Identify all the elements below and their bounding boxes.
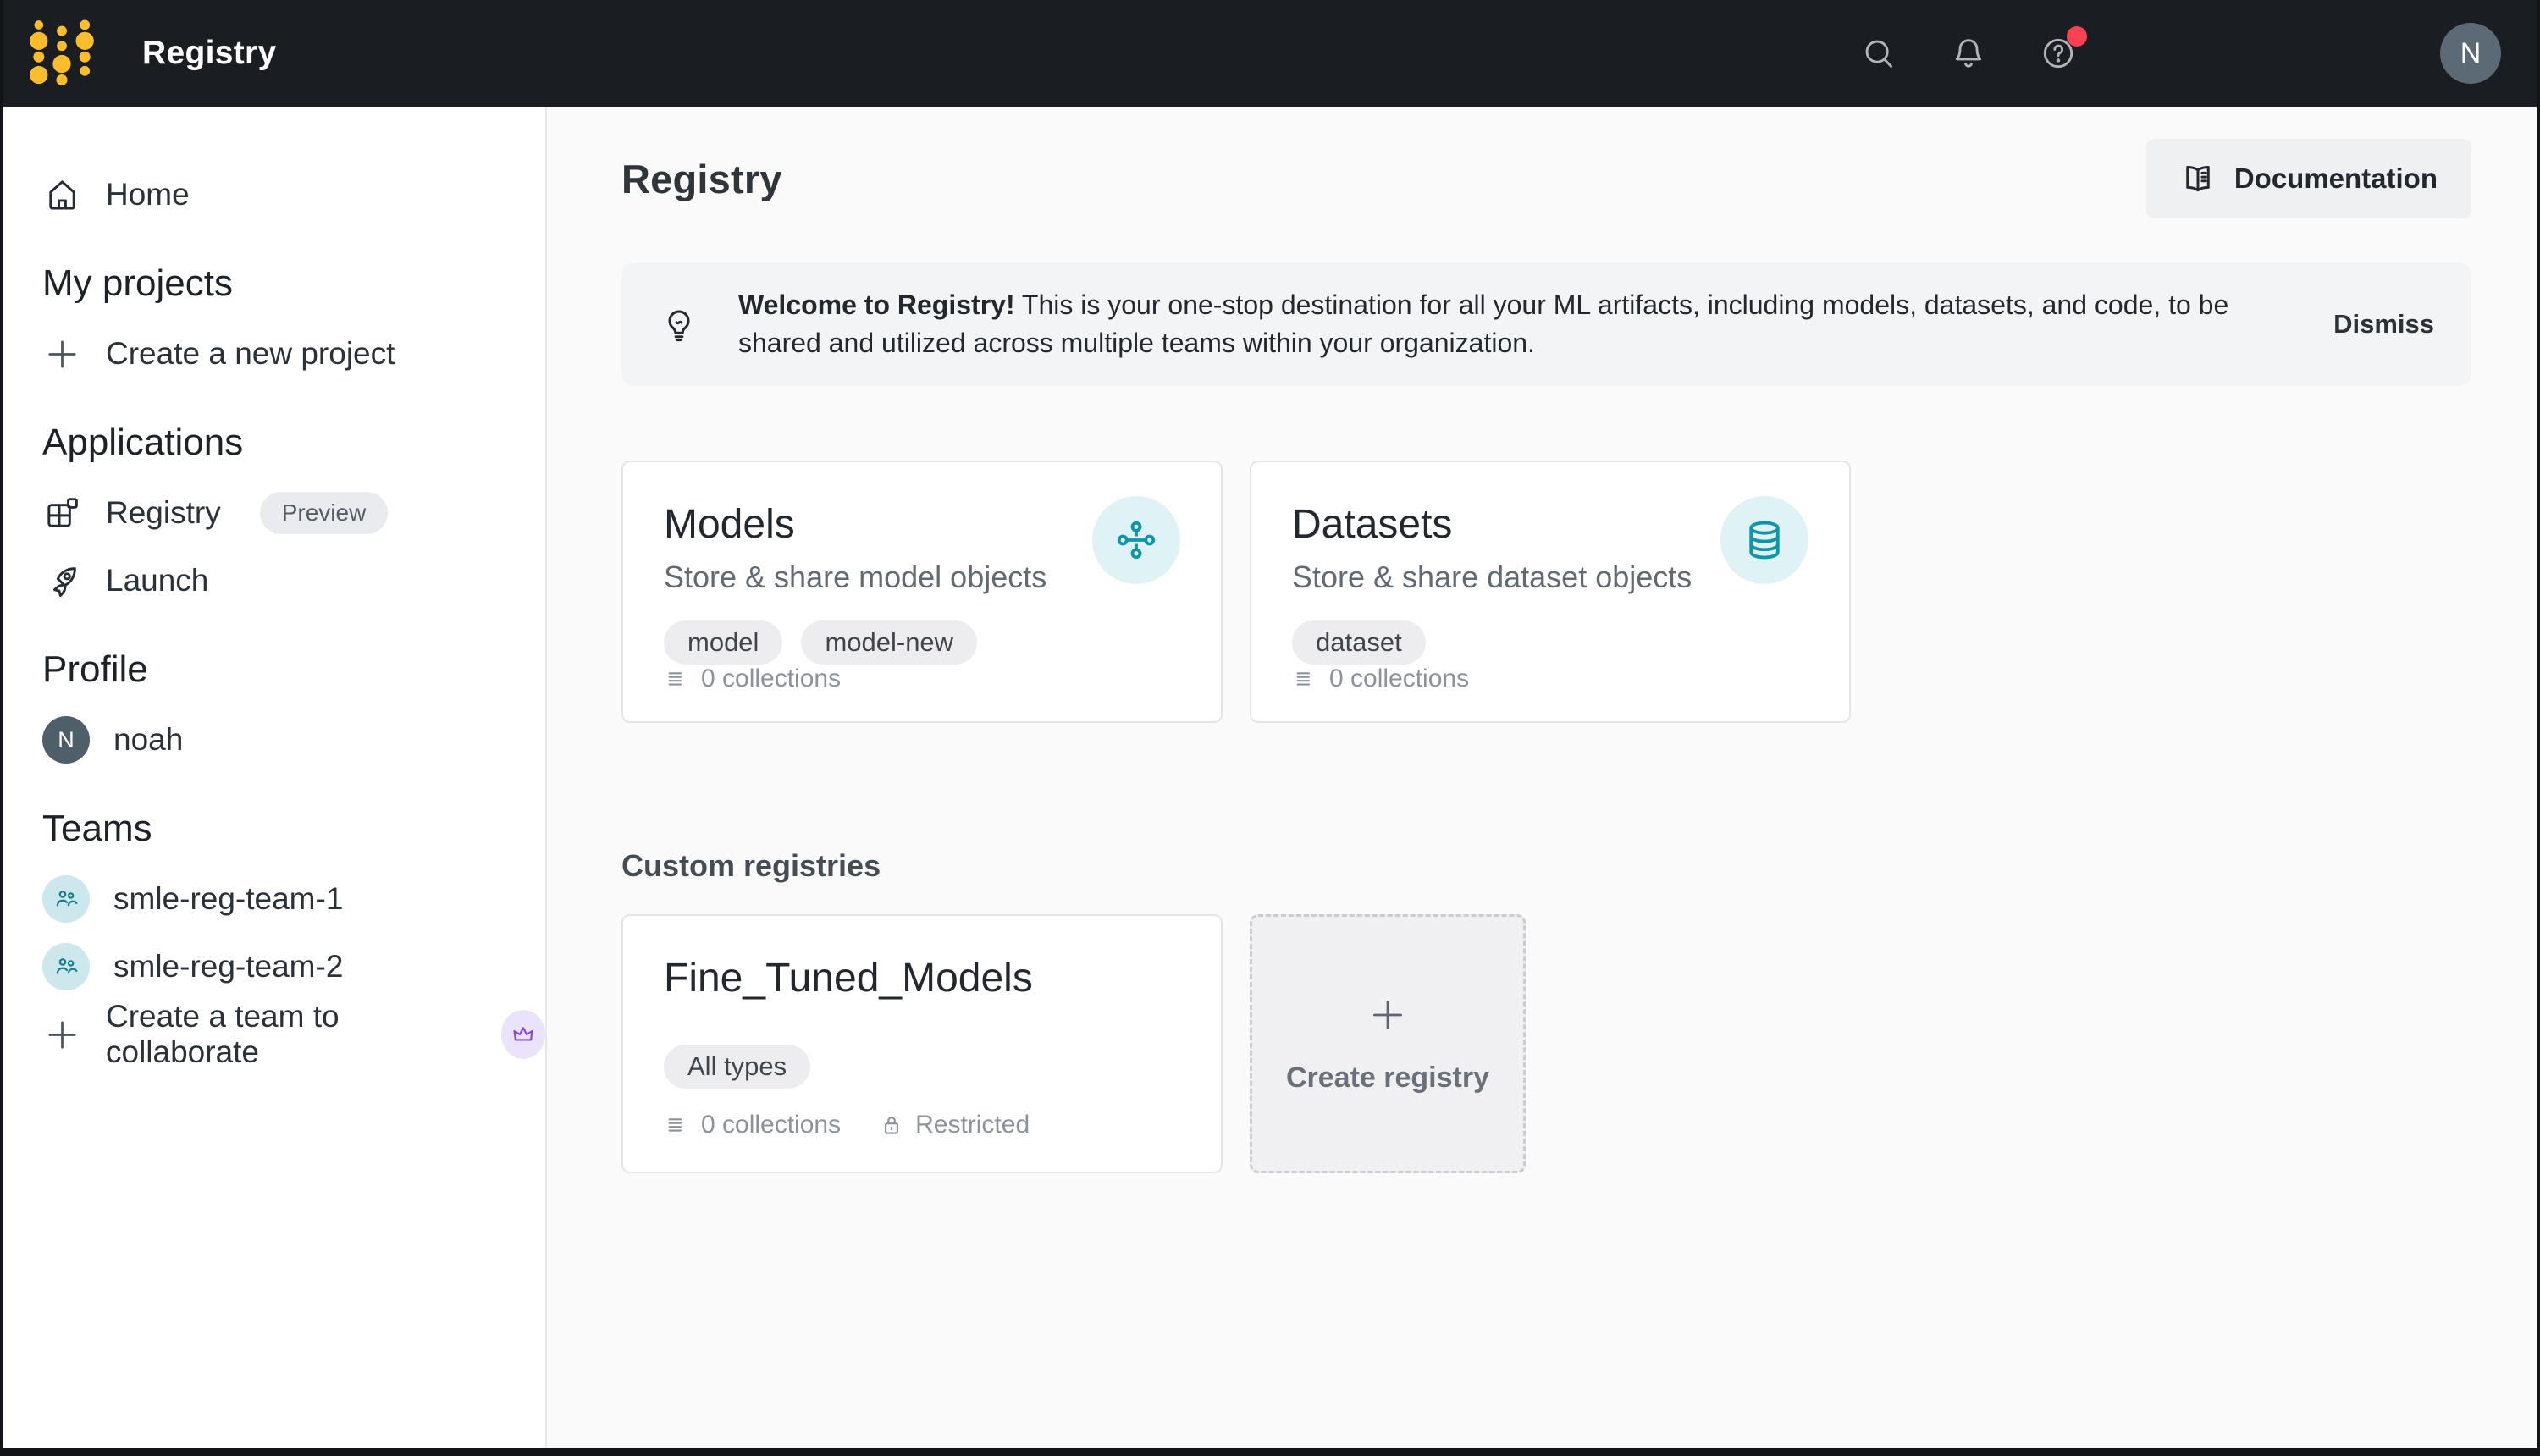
registry-grid-icon (42, 494, 82, 533)
collections-count: 0 collections (664, 1111, 841, 1139)
sidebar-item-label: Home (106, 177, 190, 212)
models-registry-card[interactable]: Models Store & share model objects (621, 461, 1223, 723)
profile-avatar: N (42, 716, 90, 764)
sidebar-item-home[interactable]: Home (42, 171, 545, 218)
app-window: Registry N (0, 0, 2540, 1456)
custom-registry-card[interactable]: Fine_Tuned_Models All types 0 collection… (621, 914, 1223, 1173)
card-title: Fine_Tuned_Models (664, 955, 1180, 1001)
plus-icon (42, 1015, 82, 1055)
tag: model-new (801, 620, 977, 665)
search-icon[interactable] (1853, 27, 1905, 80)
lightbulb-icon (649, 304, 710, 345)
user-avatar[interactable]: N (2440, 23, 2501, 84)
plus-icon (1367, 994, 1409, 1036)
notifications-bell-icon[interactable] (1942, 27, 1995, 80)
collections-count: 0 collections (1292, 665, 1469, 693)
card-title: Datasets (1292, 501, 1692, 548)
sidebar-header-my-projects: My projects (42, 262, 545, 305)
create-team-button[interactable]: Create a team to collaborate (42, 1011, 545, 1058)
crown-icon (501, 1010, 545, 1059)
banner-message: Welcome to Registry! This is your one-st… (710, 286, 2333, 362)
tag: dataset (1292, 620, 1426, 665)
database-icon (1720, 496, 1808, 584)
sidebar-item-profile[interactable]: N noah (42, 716, 545, 764)
team-people-icon (52, 953, 80, 980)
team-name: smle-reg-team-2 (113, 949, 343, 984)
welcome-banner: Welcome to Registry! This is your one-st… (621, 262, 2471, 386)
navbar-app-title: Registry (142, 35, 276, 72)
sidebar-item-launch[interactable]: Launch (42, 557, 545, 604)
create-project-button[interactable]: Create a new project (42, 330, 545, 378)
sidebar: Home My projects Create a new project Ap… (3, 107, 547, 1448)
main-content: Registry Documentation (547, 107, 2537, 1448)
create-team-label: Create a team to collaborate (106, 999, 464, 1070)
navbar-actions: N (1815, 23, 2501, 84)
sidebar-item-label: Launch (106, 563, 208, 598)
create-registry-label: Create registry (1286, 1062, 1489, 1095)
wandb-logo-icon[interactable] (29, 19, 95, 88)
team-people-icon (52, 885, 80, 913)
datasets-registry-card[interactable]: Datasets Store & share dataset objects (1250, 461, 1851, 723)
visibility-status: Restricted (878, 1111, 1030, 1139)
create-registry-button[interactable]: Create registry (1250, 914, 1526, 1173)
banner-message-bold: Welcome to Registry! (738, 290, 1015, 320)
team-avatar (42, 875, 90, 923)
custom-registries-header: Custom registries (621, 848, 2471, 884)
tag: model (664, 620, 782, 665)
model-icon (1092, 496, 1180, 584)
tag: All types (664, 1045, 810, 1089)
plus-icon (42, 334, 82, 374)
team-name: smle-reg-team-1 (113, 881, 343, 917)
collections-count: 0 collections (664, 665, 841, 693)
team-avatar (42, 943, 90, 990)
sidebar-item-registry[interactable]: Registry Preview (42, 489, 545, 537)
sidebar-item-team-2[interactable]: smle-reg-team-2 (42, 943, 545, 990)
documentation-button[interactable]: Documentation (2146, 139, 2471, 218)
sidebar-item-team-1[interactable]: smle-reg-team-1 (42, 875, 545, 923)
sidebar-header-teams: Teams (42, 808, 545, 850)
book-icon (2180, 161, 2216, 196)
page-title: Registry (621, 156, 782, 202)
preview-badge: Preview (260, 492, 389, 534)
create-project-label: Create a new project (106, 336, 395, 372)
card-subtitle: Store & share model objects (664, 560, 1046, 595)
card-title: Models (664, 501, 1046, 548)
card-subtitle: Store & share dataset objects (1292, 560, 1692, 595)
list-icon (1292, 665, 1319, 692)
help-icon[interactable] (2032, 27, 2084, 80)
list-icon (664, 1111, 691, 1139)
documentation-label: Documentation (2234, 163, 2438, 195)
lock-icon (878, 1111, 905, 1139)
profile-name: noah (113, 722, 183, 758)
home-icon (42, 175, 82, 215)
dismiss-button[interactable]: Dismiss (2333, 309, 2434, 339)
top-navbar: Registry N (3, 0, 2537, 107)
sidebar-item-label: Registry (106, 495, 221, 531)
list-icon (664, 665, 691, 692)
sidebar-header-profile: Profile (42, 648, 545, 691)
sidebar-header-applications: Applications (42, 422, 545, 464)
rocket-icon (42, 561, 82, 601)
notification-dot (2067, 26, 2087, 47)
